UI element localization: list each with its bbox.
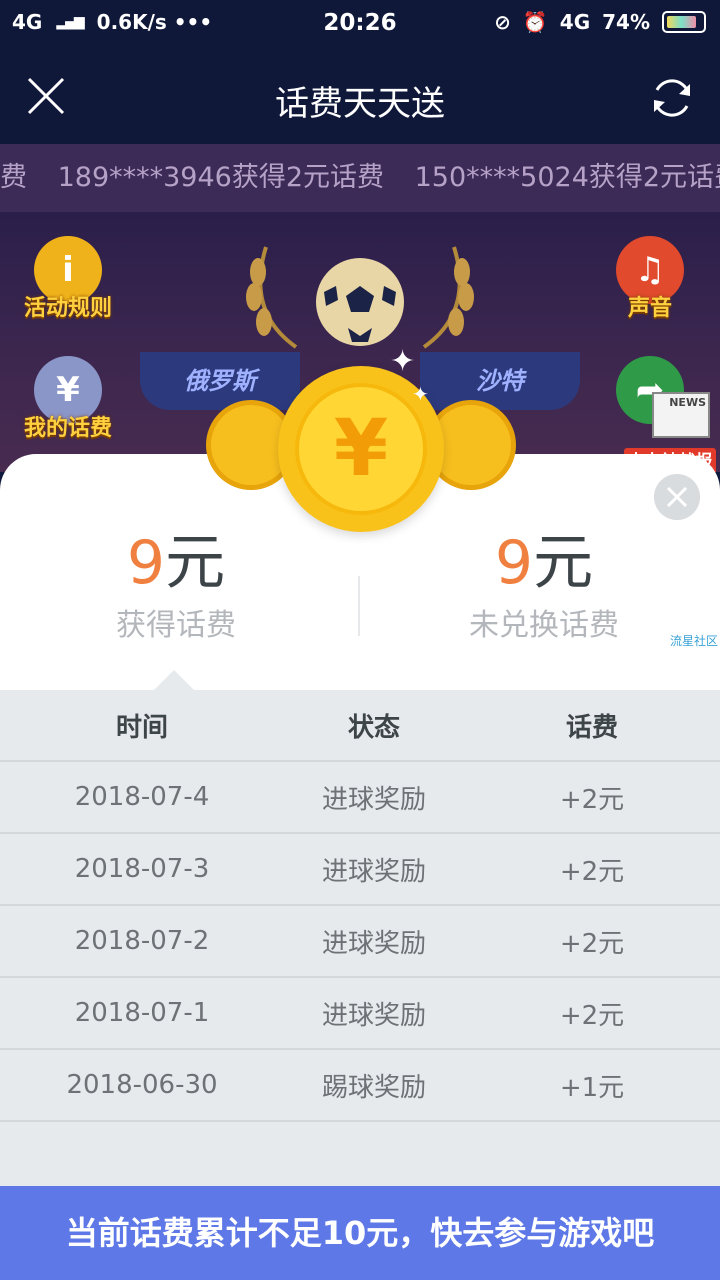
watermark: 流星社区 bbox=[669, 634, 718, 648]
network-indicator-2: 4G bbox=[559, 10, 591, 34]
rules-label: 活动规则 bbox=[23, 296, 112, 321]
row-amount: +2元 bbox=[559, 928, 625, 959]
page-title: 话费天天送 bbox=[275, 84, 445, 124]
header-fee: 话费 bbox=[565, 712, 618, 743]
status-right: ⊘ ⏰ 4G 74% bbox=[494, 10, 706, 34]
row-date: 2018-07-4 bbox=[74, 782, 210, 812]
rules-button[interactable]: i 活动规则 bbox=[18, 236, 118, 322]
newspaper-icon: NEWS bbox=[652, 392, 710, 438]
sound-button[interactable]: ♫ 声音 bbox=[600, 236, 700, 322]
unredeemed-value: 9元 bbox=[394, 530, 694, 596]
sound-label: 声音 bbox=[627, 296, 672, 321]
row-date: 2018-06-30 bbox=[66, 1070, 218, 1100]
row-amount: +2元 bbox=[559, 856, 625, 887]
row-amount: +1元 bbox=[559, 1072, 625, 1103]
battery-icon bbox=[662, 11, 706, 33]
earned-label: 获得话费 bbox=[116, 608, 236, 643]
row-date: 2018-07-2 bbox=[74, 926, 210, 956]
unredeemed-number: 9 bbox=[494, 528, 534, 598]
row-date: 2018-07-1 bbox=[74, 998, 210, 1028]
laurel-right-icon bbox=[422, 246, 474, 349]
stat-divider bbox=[358, 576, 360, 636]
row-status: 进球奖励 bbox=[321, 856, 426, 887]
earned-stat: 9元 获得话费 bbox=[26, 530, 326, 644]
my-fee-label: 我的话费 bbox=[23, 416, 112, 441]
team-left-name: 俄罗斯 bbox=[184, 367, 256, 395]
status-bar: 4G ▂▄▆ 0.6K/s ••• 20:26 ⊘ ⏰ 4G 74% bbox=[0, 0, 720, 52]
row-amount: +2元 bbox=[559, 1000, 625, 1031]
sparkle-icon: ✦ bbox=[412, 382, 429, 406]
earned-number: 9 bbox=[126, 528, 166, 598]
earned-unit: 元 bbox=[165, 528, 226, 598]
tab-pointer bbox=[154, 670, 194, 690]
team-left-band: 俄罗斯 bbox=[140, 352, 300, 410]
play-game-banner[interactable]: 当前话费累计不足10元，快去参与游戏吧 bbox=[0, 1186, 720, 1280]
row-amount: +2元 bbox=[559, 784, 625, 815]
unredeemed-unit: 元 bbox=[533, 528, 594, 598]
table-row: 2018-07-1 进球奖励 +2元 bbox=[0, 978, 720, 1050]
team-right-band: 沙特 bbox=[420, 352, 580, 410]
table-row: 2018-07-3 进球奖励 +2元 bbox=[0, 834, 720, 906]
table-header: 时间 状态 话费 bbox=[0, 690, 720, 762]
close-card-icon[interactable] bbox=[654, 474, 700, 520]
title-bar: 话费天天送 bbox=[0, 52, 720, 144]
team-right-name: 沙特 bbox=[476, 367, 524, 395]
table-row: 2018-07-4 进球奖励 +2元 bbox=[0, 762, 720, 834]
header-status: 状态 bbox=[347, 712, 400, 743]
yuan-symbol: ¥ bbox=[295, 383, 427, 515]
unredeemed-label: 未兑换话费 bbox=[469, 608, 619, 643]
winner-ticker: 费 189****3946获得2元话费 150****5024获得2元话费 1 bbox=[0, 144, 720, 212]
my-fee-button[interactable]: ¥ 我的话费 bbox=[18, 356, 118, 442]
table-row: 2018-06-30 踢球奖励 +1元 bbox=[0, 1050, 720, 1122]
row-date: 2018-07-3 bbox=[74, 854, 210, 884]
battery-percent: 74% bbox=[602, 10, 650, 34]
ticker-item: 费 bbox=[0, 162, 27, 193]
refresh-icon[interactable] bbox=[648, 74, 696, 122]
fee-history-table: 时间 状态 话费 2018-07-4 进球奖励 +2元 2018-07-3 进球… bbox=[0, 690, 720, 1186]
header-time: 时间 bbox=[115, 712, 168, 743]
table-row: 2018-07-2 进球奖励 +2元 bbox=[0, 906, 720, 978]
unredeemed-stat: 9元 未兑换话费 bbox=[394, 530, 694, 644]
earned-value: 9元 bbox=[26, 530, 326, 596]
laurel-left-icon bbox=[246, 246, 298, 349]
row-status: 踢球奖励 bbox=[321, 1072, 426, 1103]
row-status: 进球奖励 bbox=[321, 928, 426, 959]
ticker-item: 189****3946获得2元话费 bbox=[57, 162, 385, 193]
football-icon bbox=[316, 258, 404, 346]
row-status: 进球奖励 bbox=[321, 784, 426, 815]
row-status: 进球奖励 bbox=[321, 1000, 426, 1031]
sparkle-icon: ✦ bbox=[390, 344, 416, 379]
ticker-item: 150****5024获得2元话费 bbox=[414, 162, 720, 193]
mute-icon: ⊘ bbox=[494, 10, 511, 34]
alarm-icon: ⏰ bbox=[522, 10, 548, 34]
